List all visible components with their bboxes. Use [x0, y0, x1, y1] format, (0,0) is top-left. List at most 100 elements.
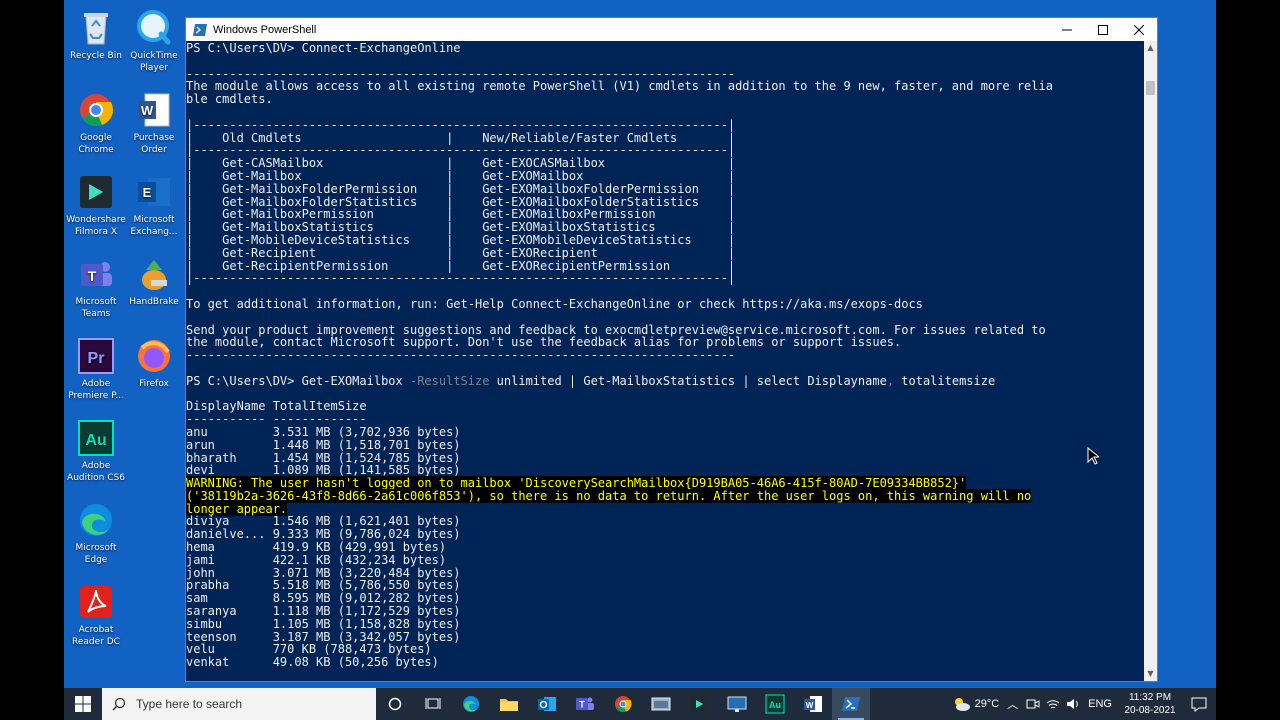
taskbar-word[interactable]: W — [794, 688, 832, 720]
word-document-icon: W — [134, 90, 174, 130]
desktop-icon-label: Adobe Premiere P... — [68, 379, 124, 401]
console-line: ble cmdlets. — [186, 92, 273, 107]
desktop-icon-chrome[interactable]: Google Chrome — [64, 90, 128, 156]
powershell-icon — [193, 23, 207, 36]
powershell-window[interactable]: Windows PowerShell PS C:\Users\DV> Conne… — [185, 17, 1158, 682]
network-icon[interactable] — [1046, 697, 1060, 711]
close-button[interactable] — [1121, 18, 1157, 41]
cortana-icon — [388, 697, 402, 711]
edge-icon — [463, 696, 479, 712]
svg-text:T: T — [88, 268, 97, 284]
taskbar-teams[interactable]: T — [566, 688, 604, 720]
svg-text:Au: Au — [769, 700, 781, 710]
desktop-icon-firefox[interactable]: Firefox — [122, 336, 186, 390]
clock-date: 20-08-2021 — [1124, 705, 1176, 716]
minimize-icon — [1062, 29, 1072, 30]
taskbar-powershell[interactable] — [832, 688, 870, 720]
desktop-icon-label: Acrobat Reader DC — [72, 625, 120, 647]
taskbar-outlook[interactable] — [528, 688, 566, 720]
filmora-icon — [691, 696, 707, 712]
meet-now-icon[interactable] — [1026, 697, 1040, 711]
quicktime-icon — [134, 8, 174, 48]
taskbar-search-box[interactable]: Type here to search — [102, 688, 376, 720]
svg-text:Pr: Pr — [88, 350, 105, 367]
table-border: |---------------------------------------… — [186, 271, 736, 286]
svg-text:T: T — [579, 700, 585, 710]
audition-icon: Au — [765, 694, 785, 714]
taskbar-app[interactable] — [642, 688, 680, 720]
command-separator: , — [886, 373, 895, 388]
cortana-button[interactable] — [376, 688, 414, 720]
desktop-icon-label: Purchase Order — [133, 133, 175, 155]
desktop-icon-label: Google Chrome — [78, 133, 114, 155]
minimize-button[interactable] — [1049, 18, 1085, 41]
taskbar-clock[interactable]: 11:32 PM 20-08-2021 — [1118, 691, 1182, 717]
table-row: venkat 49.08 KB (50,256 bytes) — [186, 655, 439, 670]
start-button[interactable] — [64, 688, 102, 720]
taskbar-filmora[interactable] — [680, 688, 718, 720]
taskbar-file-explorer[interactable] — [490, 688, 528, 720]
premiere-pro-icon: Pr — [76, 336, 116, 376]
window-title: Windows PowerShell — [213, 23, 317, 36]
desktop-icon-exchange[interactable]: E Microsoft Exchang... — [122, 172, 186, 238]
desktop-icon-label: HandBrake — [129, 297, 179, 307]
scroll-up-arrow-icon[interactable]: ▲ — [1144, 41, 1157, 55]
volume-icon[interactable] — [1066, 697, 1080, 711]
clock-time: 11:32 PM — [1128, 692, 1172, 703]
desktop-icon-label: Firefox — [139, 379, 169, 389]
taskbar-edge[interactable] — [452, 688, 490, 720]
taskbar-remote-app[interactable] — [718, 688, 756, 720]
desktop-icon-acrobat[interactable]: Acrobat Reader DC — [64, 582, 128, 648]
command-text: unlimited | Get-MailboxStatistics | sele… — [489, 373, 887, 388]
notifications-icon[interactable] — [1182, 688, 1216, 720]
recycle-bin-icon — [76, 8, 116, 48]
desktop-icon-label: Recycle Bin — [70, 51, 122, 61]
weather-temperature[interactable]: 29°C — [975, 698, 1000, 710]
warning-line: WARNING: The user hasn't logged on to ma… — [186, 476, 967, 491]
desktop-icon-teams[interactable]: T Microsoft Teams — [64, 254, 128, 320]
taskbar-chrome[interactable] — [604, 688, 642, 720]
desktop-icon-filmora[interactable]: Wondershare Filmora X — [64, 172, 128, 238]
svg-text:E: E — [143, 185, 152, 200]
vertical-scrollbar[interactable]: ▲ ▼ — [1144, 41, 1157, 681]
desktop-icon-label: QuickTime Player — [130, 51, 178, 73]
console-line: ----------------------------------------… — [186, 348, 736, 363]
taskbar-audition[interactable]: Au — [756, 688, 794, 720]
remote-desktop-icon — [727, 696, 747, 712]
title-bar[interactable]: Windows PowerShell — [186, 18, 1157, 41]
desktop-icon-premiere[interactable]: Pr Adobe Premiere P... — [64, 336, 128, 402]
desktop-icon-label: Adobe Audition CS6 — [67, 461, 125, 483]
scroll-down-arrow-icon[interactable]: ▼ — [1144, 667, 1157, 681]
desktop-icon-edge[interactable]: Microsoft Edge — [64, 500, 128, 566]
task-view-icon — [425, 698, 441, 709]
desktop-icon-recycle-bin[interactable]: Recycle Bin — [64, 8, 128, 62]
system-tray: 29°C ︿ ENG 11:32 PM 20-08-2021 — [951, 688, 1216, 720]
chevron-up-icon[interactable]: ︿ — [1007, 696, 1018, 712]
desktop-icon-label: Microsoft Teams — [75, 297, 117, 319]
windows-logo-icon — [75, 696, 91, 712]
command-text: totalitemsize — [894, 373, 996, 388]
svg-text:Au: Au — [85, 432, 106, 449]
desktop-icon-audition[interactable]: Au Adobe Audition CS6 — [64, 418, 128, 484]
maximize-icon — [1098, 24, 1108, 35]
taskbar: Type here to search T Au W 29°C ︿ ENG 11… — [64, 688, 1216, 720]
command-parameter: -ResultSize — [409, 373, 490, 388]
console-line: PS C:\Users\DV> Connect-ExchangeOnline — [186, 41, 461, 55]
desktop-icon-handbrake[interactable]: HandBrake — [122, 254, 186, 308]
scrollbar-thumb[interactable] — [1146, 81, 1155, 95]
console-line: To get additional information, run: Get-… — [186, 296, 923, 311]
mouse-pointer-icon — [1087, 447, 1099, 465]
desktop-icon-purchase-order[interactable]: W Purchase Order — [122, 90, 186, 156]
teams-icon: T — [76, 254, 116, 294]
powershell-icon — [842, 697, 860, 711]
desktop-icon-label: Microsoft Edge — [75, 543, 117, 565]
input-language[interactable]: ENG — [1088, 698, 1112, 710]
desktop-icon-quicktime[interactable]: QuickTime Player — [122, 8, 186, 74]
task-view-button[interactable] — [414, 688, 452, 720]
filmora-icon — [76, 172, 116, 212]
edge-icon — [76, 500, 116, 540]
teams-icon: T — [576, 697, 594, 710]
weather-icon[interactable] — [951, 696, 971, 712]
maximize-button[interactable] — [1085, 18, 1121, 41]
console-output[interactable]: PS C:\Users\DV> Connect-ExchangeOnline -… — [186, 41, 1144, 681]
